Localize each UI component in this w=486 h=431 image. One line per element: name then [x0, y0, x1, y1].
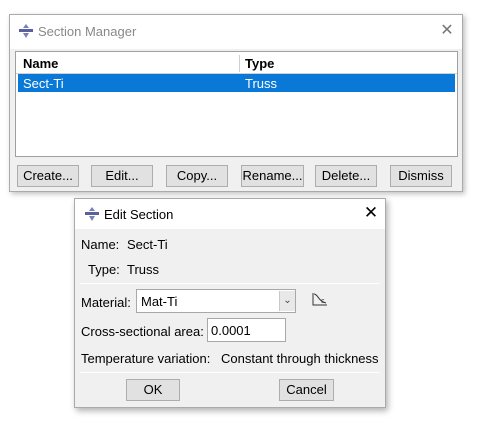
dismiss-button[interactable]: Dismiss [390, 165, 452, 187]
column-divider[interactable] [239, 55, 240, 72]
abaqus-app-icon [19, 24, 33, 38]
ok-button[interactable]: OK [126, 379, 180, 401]
area-label: Cross-sectional area: [81, 324, 204, 339]
close-icon[interactable]: ✕ [362, 204, 380, 223]
temperature-value: Constant through thickness [221, 351, 379, 366]
edit-section-titlebar[interactable]: Edit Section ✕ [75, 199, 385, 229]
material-select-value: Mat-Ti [141, 294, 178, 309]
chevron-down-icon[interactable]: ⌄ [279, 291, 295, 311]
close-icon[interactable]: ✕ [438, 23, 456, 41]
type-value: Truss [127, 262, 160, 277]
edit-section-dialog: Edit Section ✕ Name: Sect-Ti Type: Truss… [74, 198, 386, 408]
copy-button[interactable]: Copy... [166, 165, 228, 187]
type-label: Type: [88, 262, 120, 277]
name-label: Name: [81, 237, 120, 252]
create-button[interactable]: Create... [17, 165, 79, 187]
create-material-icon[interactable]: c [311, 291, 329, 307]
material-select[interactable]: Mat-Ti ⌄ [136, 289, 296, 313]
section-manager-titlebar[interactable]: Section Manager ✕ [10, 15, 462, 49]
separator [80, 372, 380, 373]
cancel-button[interactable]: Cancel [279, 379, 334, 401]
separator [80, 283, 380, 284]
svg-text:c: c [321, 298, 325, 305]
area-input[interactable] [207, 318, 286, 342]
row-name-cell: Sect-Ti [23, 76, 64, 91]
rename-button[interactable]: Rename... [241, 165, 304, 187]
abaqus-app-icon [85, 207, 99, 221]
window-title: Section Manager [38, 24, 137, 39]
name-value: Sect-Ti [127, 237, 168, 252]
table-row[interactable]: Sect-Ti Truss [18, 74, 455, 92]
column-header-type[interactable]: Type [245, 56, 274, 71]
edit-button[interactable]: Edit... [91, 165, 153, 187]
row-type-cell: Truss [245, 76, 278, 91]
material-label: Material: [81, 295, 131, 310]
section-table: Name Type Sect-Ti Truss [15, 51, 458, 157]
section-manager-window: Section Manager ✕ Name Type Sect-Ti Trus… [9, 14, 463, 192]
column-header-name[interactable]: Name [23, 56, 58, 71]
dialog-title: Edit Section [104, 207, 174, 222]
temperature-label: Temperature variation: [81, 351, 211, 366]
delete-button[interactable]: Delete... [315, 165, 377, 187]
